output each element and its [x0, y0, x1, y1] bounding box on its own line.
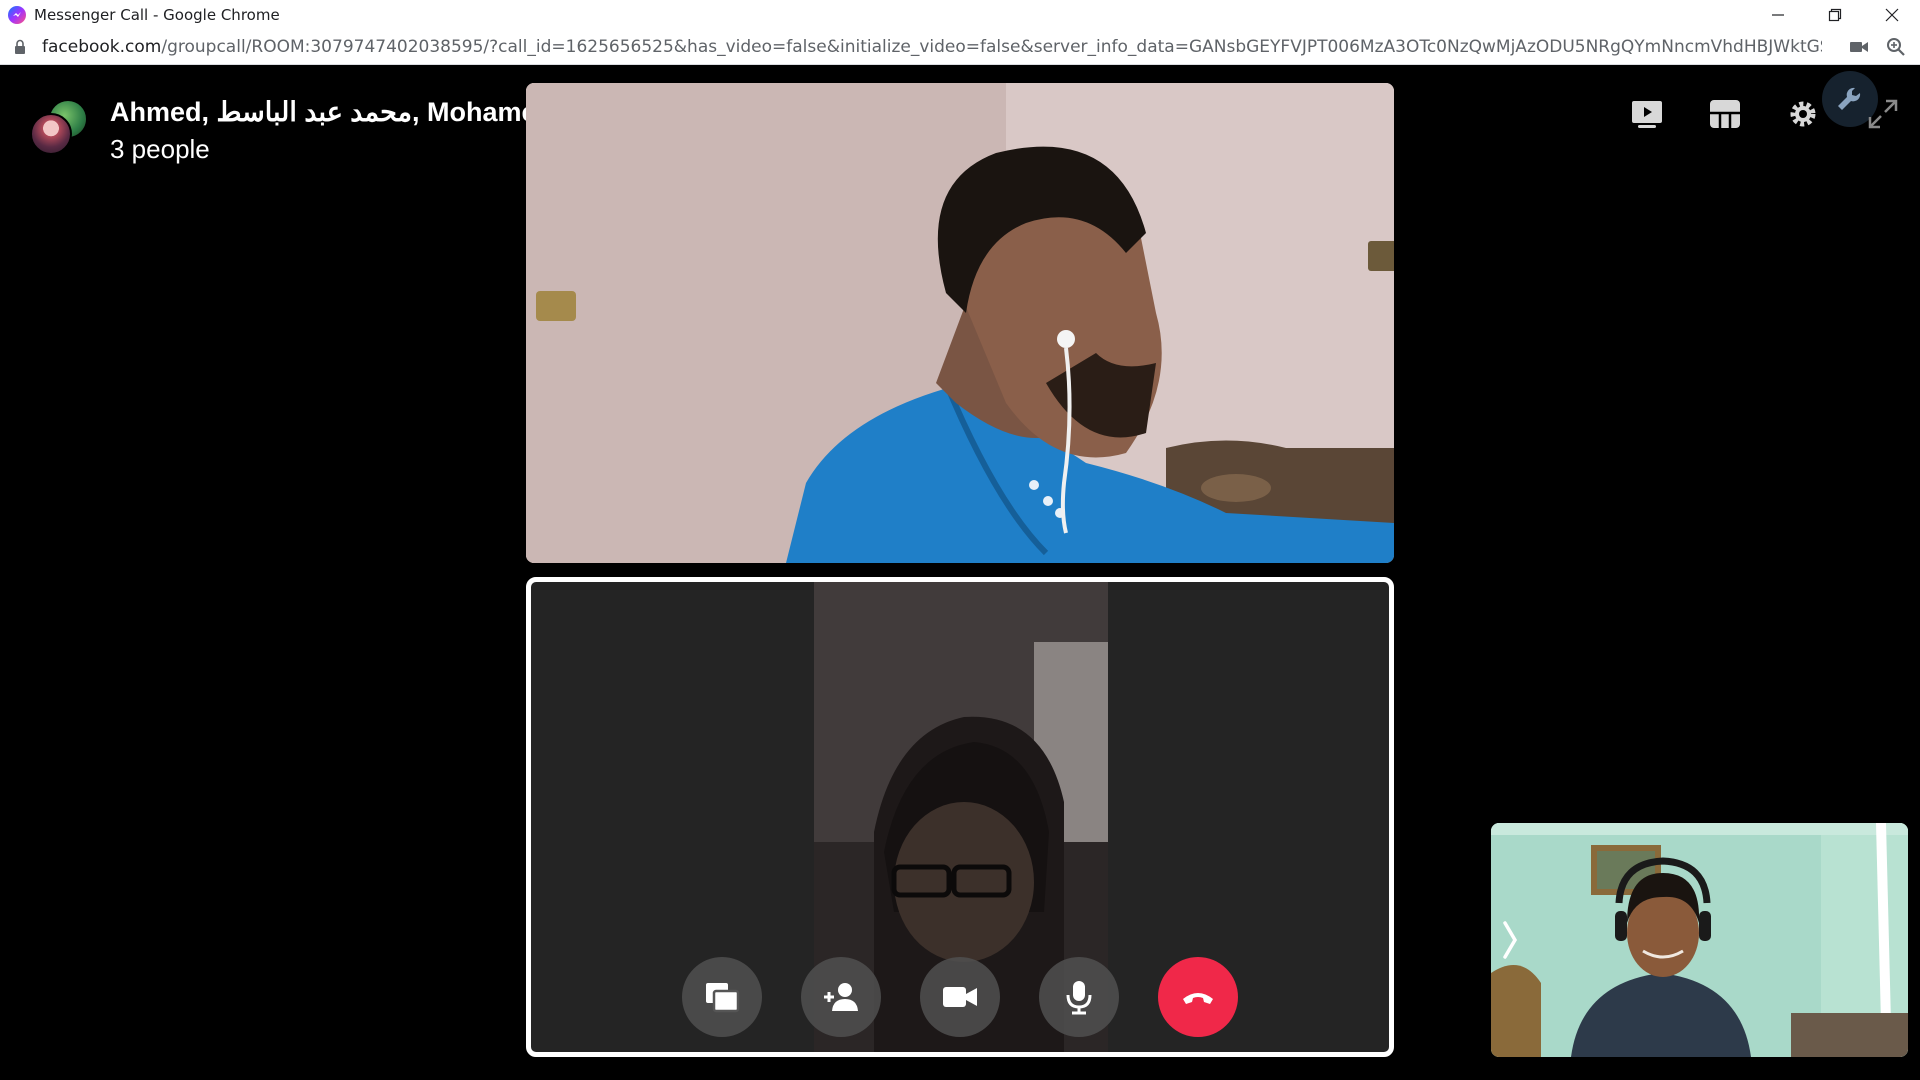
grid-layout-icon[interactable]	[1700, 89, 1750, 139]
add-person-icon[interactable]	[801, 957, 881, 1037]
zoom-icon[interactable]	[1886, 37, 1906, 57]
call-controls	[682, 957, 1242, 1037]
call-title: Ahmed, محمد عبد الباسط, Mohamed	[110, 97, 553, 127]
share-screen-icon[interactable]	[682, 957, 762, 1037]
browser-titlebar: Messenger Call - Google Chrome	[0, 0, 1920, 29]
lock-icon[interactable]	[14, 39, 28, 55]
chevron-right-icon[interactable]	[1499, 919, 1521, 961]
call-header: Ahmed, محمد عبد الباسط, Mohamed 3 people	[30, 97, 553, 165]
call-area: Ahmed, محمد عبد الباسط, Mohamed 3 people	[0, 65, 1920, 1080]
participant-count: 3 people	[110, 134, 210, 164]
url-path: /groupcall/ROOM:3079747402038595/?call_i…	[161, 36, 1822, 57]
avatar	[30, 113, 72, 155]
camera-icon[interactable]	[1850, 39, 1868, 55]
address-bar[interactable]: facebook.com/groupcall/ROOM:307974740203…	[0, 29, 1920, 65]
window-title: Messenger Call - Google Chrome	[34, 5, 280, 24]
restore-icon[interactable]	[1806, 0, 1863, 29]
messenger-icon	[8, 5, 26, 24]
minimize-icon[interactable]	[1749, 0, 1806, 29]
self-view[interactable]	[1491, 823, 1908, 1057]
self-video	[1491, 823, 1908, 1057]
group-avatar[interactable]	[30, 99, 90, 159]
window-controls	[1749, 0, 1920, 29]
url-field[interactable]: facebook.com/groupcall/ROOM:307974740203…	[42, 37, 1822, 57]
participant-video	[526, 83, 1394, 563]
play-screen-icon[interactable]	[1622, 89, 1672, 139]
video-camera-icon[interactable]	[920, 957, 1000, 1037]
url-host: facebook.com	[42, 36, 162, 57]
expand-icon[interactable]	[1858, 89, 1908, 139]
gear-icon[interactable]	[1778, 89, 1828, 139]
close-icon[interactable]	[1863, 0, 1920, 29]
microphone-icon[interactable]	[1039, 957, 1119, 1037]
hang-up-icon[interactable]	[1158, 957, 1238, 1037]
participant-video-tile[interactable]	[526, 83, 1394, 563]
